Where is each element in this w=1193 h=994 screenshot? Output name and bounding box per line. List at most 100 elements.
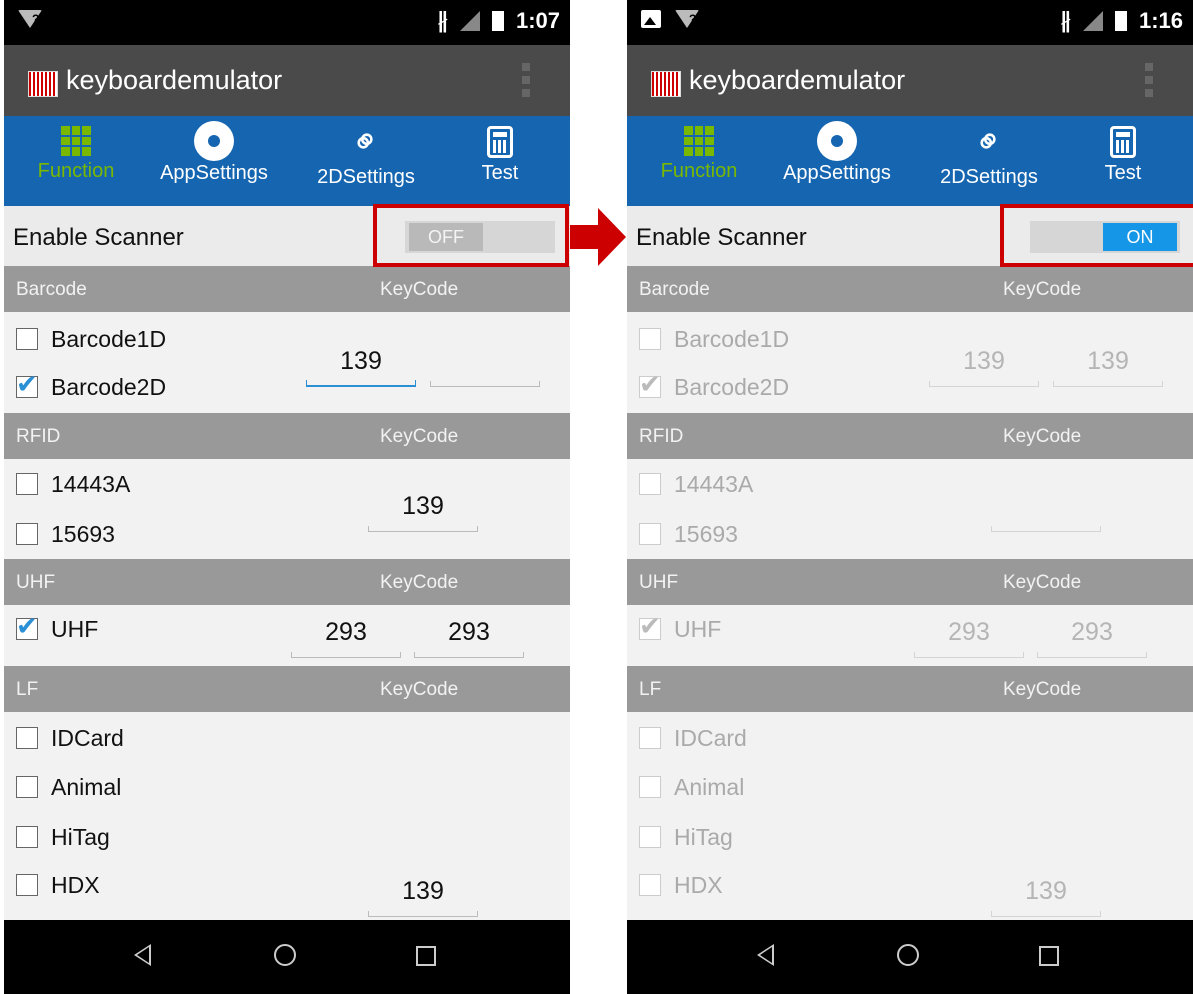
checkbox-label: 15693 [51,520,115,547]
tab-appsettings[interactable]: AppSettings [775,116,899,206]
checkbox-14443a[interactable]: 14443A [16,467,130,501]
checkbox-animal[interactable]: Animal [16,770,121,804]
checkbox-label: HDX [674,871,723,898]
checkbox-label: 15693 [674,520,738,547]
checkbox-idcard[interactable]: IDCard [639,721,747,755]
checkbox-box[interactable] [16,826,38,848]
status-bar: ? ∦ 1:07 [4,0,570,45]
tab-label: Function [660,160,738,182]
home-icon[interactable] [274,944,296,966]
keycode-input-rfid[interactable]: 139 [368,492,478,532]
tab-function[interactable]: Function [26,116,126,206]
checkbox-box[interactable] [16,328,38,350]
wifi-icon: ? [18,10,42,28]
keycode-header: KeyCode [380,572,459,593]
image-notification-icon [641,10,661,28]
keycode-input-barcode-2[interactable] [430,347,540,387]
highlight-box-switch-off [373,204,569,267]
checkbox-hitag[interactable]: HiTag [639,820,733,854]
tab-label: AppSettings [783,162,891,184]
checkbox-box[interactable] [16,727,38,749]
recents-icon[interactable] [1039,946,1059,966]
checkbox-box[interactable] [639,611,661,642]
keycode-input-lf[interactable]: 139 [368,877,478,917]
tab-function[interactable]: Function [649,116,749,206]
section-title: LF [639,679,662,700]
checkbox-box[interactable] [16,611,38,642]
checkbox-box[interactable] [16,369,38,400]
keycode-input-lf[interactable]: 139 [991,877,1101,917]
checkbox-14443a[interactable]: 14443A [639,467,753,501]
checkbox-box[interactable] [639,328,661,350]
keycode-value: 293 [325,618,367,646]
keycode-input-uhf-1[interactable]: 293 [291,618,401,658]
keycode-input-rfid[interactable] [991,492,1101,532]
keycode-header: KeyCode [1003,426,1082,447]
recents-icon[interactable] [416,946,436,966]
keycode-input-barcode-2[interactable]: 139 [1053,347,1163,387]
checkbox-box[interactable] [639,523,661,545]
section-header-uhf: UHF KeyCode [627,559,1193,605]
tab-2dsettings[interactable]: ⚭ 2DSettings [306,116,426,206]
no-signal-icon [459,11,480,31]
checkbox-box[interactable] [16,523,38,545]
keycode-header: KeyCode [1003,679,1082,700]
checkbox-box[interactable] [639,727,661,749]
checkbox-box[interactable] [16,776,38,798]
checkbox-label: IDCard [51,724,124,751]
checkbox-barcode1d[interactable]: Barcode1D [16,322,166,356]
checkbox-hdx[interactable]: HDX [16,868,100,902]
bluetooth-icon: ∦ [436,8,448,33]
checkbox-animal[interactable]: Animal [639,770,744,804]
keycode-input-uhf-1[interactable]: 293 [914,618,1024,658]
keycode-value: 293 [1071,618,1113,646]
battery-icon [1114,11,1127,31]
tab-test[interactable]: Test [466,116,534,206]
wifi-icon: ? [675,10,699,28]
app-bar: keyboardemulator [4,45,570,116]
checkbox-hitag[interactable]: HiTag [16,820,110,854]
keycode-input-barcode-1[interactable]: 139 [306,347,416,387]
checkbox-hdx[interactable]: HDX [639,868,723,902]
checkbox-label: Barcode2D [51,373,167,400]
calculator-icon [487,126,513,158]
section-title: LF [16,679,39,700]
checkbox-box[interactable] [639,776,661,798]
keycode-input-uhf-2[interactable]: 293 [414,618,524,658]
keycode-input-uhf-2[interactable]: 293 [1037,618,1147,658]
tab-2dsettings[interactable]: ⚭ 2DSettings [929,116,1049,206]
tab-bar: Function AppSettings ⚭ 2DSettings Test [4,116,570,206]
checkbox-15693[interactable]: 15693 [16,517,115,551]
tab-bar: Function AppSettings ⚭ 2DSettings Test [627,116,1193,206]
status-bar: ? ∦ 1:16 [627,0,1193,45]
keycode-input-barcode-1[interactable]: 139 [929,347,1039,387]
checkbox-15693[interactable]: 15693 [639,517,738,551]
no-signal-icon [1082,11,1103,31]
checkbox-uhf[interactable]: UHF [16,611,98,646]
checkbox-barcode2d[interactable]: Barcode2D [16,369,167,404]
keycode-header: KeyCode [1003,572,1082,593]
home-icon[interactable] [897,944,919,966]
back-icon[interactable] [134,944,151,966]
checkbox-barcode2d[interactable]: Barcode2D [639,369,789,404]
status-time: 1:07 [515,8,560,33]
checkbox-box[interactable] [16,874,38,896]
grid-icon [61,126,91,156]
checkbox-label: Animal [51,773,122,800]
checkbox-uhf[interactable]: UHF [639,611,721,646]
overflow-menu-icon[interactable] [1145,63,1153,97]
checkbox-barcode1d[interactable]: Barcode1D [639,322,789,356]
tab-test[interactable]: Test [1089,116,1157,206]
checkbox-box[interactable] [639,874,661,896]
checkbox-box[interactable] [639,826,661,848]
checkbox-label: Barcode1D [674,325,790,352]
checkbox-box[interactable] [639,369,661,400]
checkbox-box[interactable] [639,473,661,495]
overflow-menu-icon[interactable] [522,63,530,97]
checkbox-idcard[interactable]: IDCard [16,721,124,755]
checkbox-label: 14443A [51,470,131,497]
section-title: RFID [16,426,61,447]
checkbox-box[interactable] [16,473,38,495]
back-icon[interactable] [757,944,774,966]
tab-appsettings[interactable]: AppSettings [152,116,276,206]
